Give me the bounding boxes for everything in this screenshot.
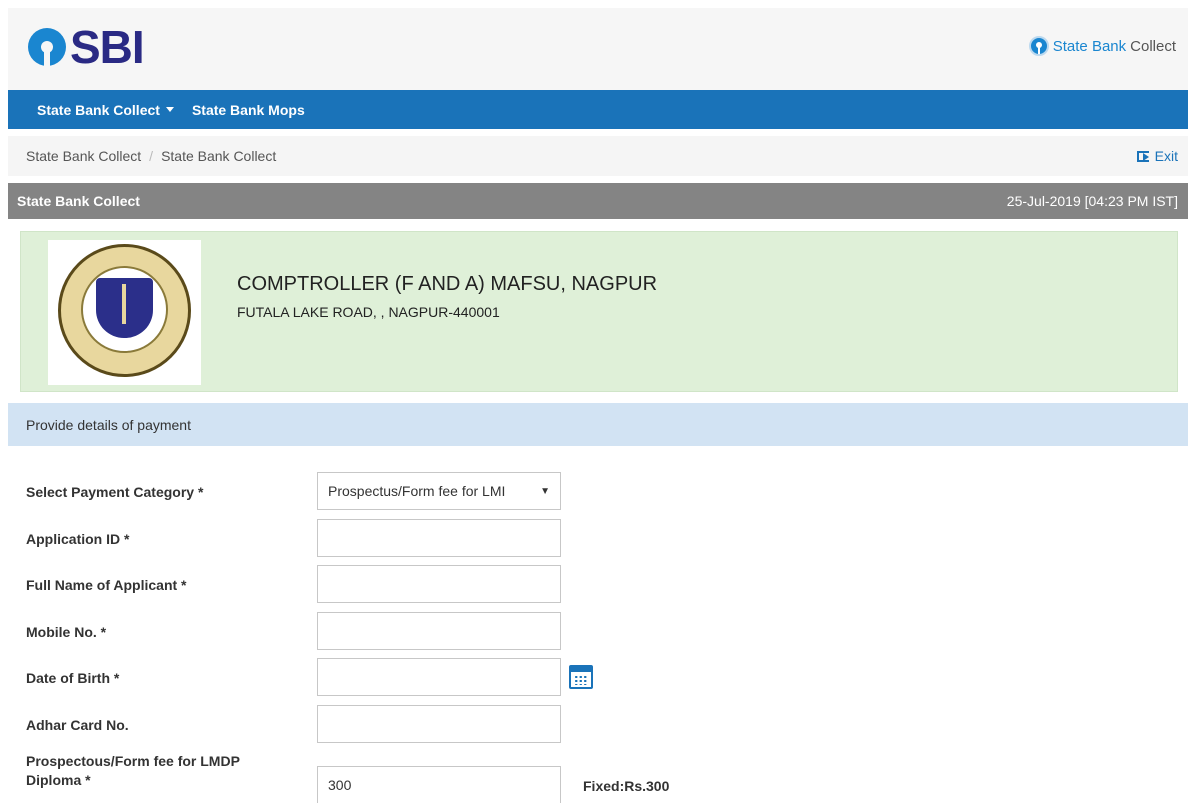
- merchant-emblem: [48, 240, 201, 385]
- row-application-id: Application ID *: [26, 519, 726, 557]
- form-fee-label: Prospectous/Form fee for LMDP Diploma *: [26, 752, 240, 790]
- brand-collect: Collect: [1130, 37, 1176, 55]
- section-datetime: 25-Jul-2019 [04:23 PM IST]: [1006, 193, 1178, 209]
- merchant-panel: COMPTROLLER (F AND A) MAFSU, NAGPUR FUTA…: [20, 231, 1178, 392]
- adhar-input[interactable]: [317, 705, 561, 743]
- mobile-label: Mobile No. *: [26, 624, 107, 640]
- brand-state-bank: State Bank: [1052, 37, 1127, 55]
- adhar-label: Adhar Card No.: [26, 717, 129, 733]
- main-navbar: State Bank Collect State Bank Mops: [8, 90, 1188, 129]
- sbi-logo[interactable]: SBI: [28, 21, 145, 73]
- form-fee-label-line2: Diploma *: [26, 772, 91, 788]
- section-title-bar: State Bank Collect 25-Jul-2019 [04:23 PM…: [8, 183, 1188, 219]
- section-title: State Bank Collect: [17, 193, 140, 209]
- breadcrumb-separator: /: [149, 148, 154, 164]
- exit-label: Exit: [1154, 148, 1178, 164]
- breadcrumb-item-2: State Bank Collect: [161, 148, 277, 164]
- nav-state-bank-mops[interactable]: State Bank Mops: [192, 102, 305, 118]
- row-full-name: Full Name of Applicant *: [26, 565, 726, 603]
- dob-label: Date of Birth *: [26, 670, 120, 686]
- calendar-icon[interactable]: [569, 665, 593, 689]
- breadcrumb-item-1[interactable]: State Bank Collect: [26, 148, 141, 164]
- sbi-keyhole-icon: [28, 28, 66, 66]
- payment-category-label: Select Payment Category *: [26, 484, 204, 500]
- calendar-grid: [574, 675, 588, 685]
- form-fee-label-line1: Prospectous/Form fee for LMDP: [26, 753, 240, 769]
- sbi-logo-text: SBI: [70, 21, 145, 73]
- exit-icon: [1136, 150, 1149, 162]
- row-payment-category: Select Payment Category * Prospectus/For…: [26, 472, 726, 510]
- provide-details-bar: Provide details of payment: [8, 403, 1188, 446]
- dob-input[interactable]: [317, 658, 561, 696]
- merchant-address: FUTALA LAKE ROAD, , NAGPUR-440001: [237, 304, 500, 320]
- payment-category-value: Prospectus/Form fee for LMI: [328, 483, 506, 499]
- application-id-label: Application ID *: [26, 531, 130, 547]
- nav-state-bank-collect[interactable]: State Bank Collect: [37, 102, 174, 118]
- select-caret-icon: ▼: [540, 485, 550, 497]
- full-name-input[interactable]: [317, 565, 561, 603]
- mobile-input[interactable]: [317, 612, 561, 650]
- full-name-label: Full Name of Applicant *: [26, 577, 187, 593]
- nav-state-bank-collect-label: State Bank Collect: [37, 101, 160, 118]
- state-bank-collect-brand: State Bank Collect: [1028, 36, 1176, 56]
- page-header: SBI State Bank Collect: [8, 8, 1188, 90]
- caret-down-icon: [165, 107, 174, 112]
- sbi-mini-logo-icon: [1028, 36, 1049, 56]
- row-date-of-birth: Date of Birth *: [26, 658, 726, 696]
- application-id-input[interactable]: [317, 519, 561, 557]
- row-adhar: Adhar Card No.: [26, 705, 726, 743]
- emblem-shield-icon: [96, 278, 153, 338]
- exit-link[interactable]: Exit: [1136, 148, 1178, 164]
- row-form-fee: Prospectous/Form fee for LMDP Diploma * …: [26, 751, 726, 803]
- nav-state-bank-mops-label: State Bank Mops: [191, 101, 305, 118]
- form-fee-input[interactable]: [317, 766, 561, 803]
- payment-category-select[interactable]: Prospectus/Form fee for LMI ▼: [317, 472, 561, 510]
- merchant-name: COMPTROLLER (F AND A) MAFSU, NAGPUR: [237, 273, 658, 295]
- breadcrumb: State Bank Collect / State Bank Collect …: [8, 136, 1188, 176]
- fixed-fee-note: Fixed:Rs.300: [583, 778, 670, 794]
- row-mobile: Mobile No. *: [26, 612, 726, 650]
- provide-details-label: Provide details of payment: [26, 416, 191, 433]
